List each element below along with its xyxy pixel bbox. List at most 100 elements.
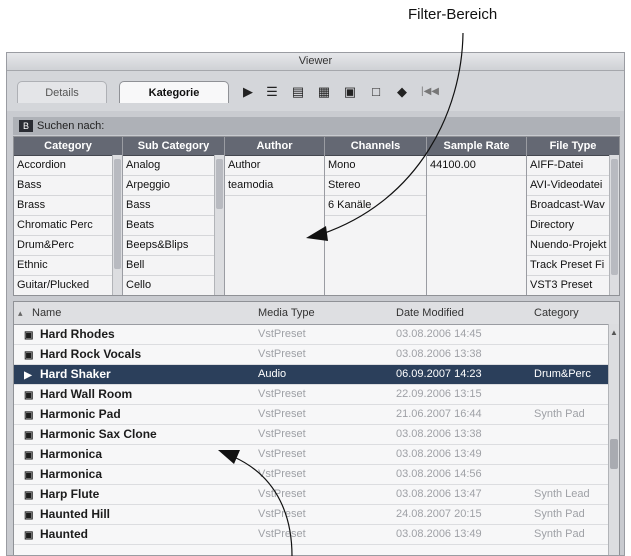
cube-icon[interactable]: ◆: [393, 84, 411, 100]
filter-item[interactable]: AIFF-Datei: [527, 156, 619, 176]
sort-icon[interactable]: ▴: [18, 302, 23, 324]
folder-icon[interactable]: ▣: [341, 84, 359, 100]
scroll-up-icon[interactable]: ▲: [610, 328, 618, 340]
table-row[interactable]: ▣ Harmonica VstPreset 03.08.2006 14:56: [14, 465, 608, 485]
filter-column-sample-rate: Sample Rate 44100.00: [427, 137, 527, 295]
filter-item[interactable]: Bass: [123, 196, 224, 216]
filter-item[interactable]: Mono: [325, 156, 426, 176]
table-row-selected[interactable]: ▶ Hard Shaker Audio 06.09.2007 14:23 Drum…: [14, 365, 608, 385]
filter-header[interactable]: Sample Rate: [427, 137, 526, 156]
row-date: 03.08.2006 13:38: [396, 348, 482, 360]
filter-item[interactable]: Brass: [14, 196, 122, 216]
play-icon[interactable]: ▶: [239, 84, 257, 100]
filter-item[interactable]: AVI-Videodatei: [527, 176, 619, 196]
filter-item[interactable]: Guitar/Plucked: [14, 276, 122, 295]
toolbar: Details Kategorie ▶ ☰ ▤ ▦ ▣ □ ◆ |◀◀: [7, 71, 624, 111]
table-row[interactable]: ▣ Harmonic Sax Clone VstPreset 03.08.2006…: [14, 425, 608, 445]
row-date: 22.09.2006 13:15: [396, 388, 482, 400]
filter-item[interactable]: 6 Kanäle: [325, 196, 426, 216]
row-media-type: VstPreset: [258, 388, 306, 400]
table-row[interactable]: ▣ Harp Flute VstPreset 03.08.2006 13:47 S…: [14, 485, 608, 505]
filter-column-file-type: File Type AIFF-Datei AVI-Videodatei Broa…: [527, 137, 619, 295]
filter-item[interactable]: Drum&Perc: [14, 236, 122, 256]
filter-scrollbar[interactable]: [112, 155, 122, 295]
filter-icon[interactable]: ☰: [263, 84, 281, 100]
filter-item[interactable]: Stereo: [325, 176, 426, 196]
row-date: 03.08.2006 13:38: [396, 428, 482, 440]
filter-item[interactable]: Beats: [123, 216, 224, 236]
filter-item[interactable]: Directory: [527, 216, 619, 236]
filter-item[interactable]: Nuendo-Projekt: [527, 236, 619, 256]
row-date: 24.08.2007 20:15: [396, 508, 482, 520]
filter-item[interactable]: Ethnic: [14, 256, 122, 276]
row-name: Hard Shaker: [40, 367, 111, 381]
column-header-name[interactable]: Name: [32, 302, 61, 324]
list-scrollbar[interactable]: ▲: [608, 324, 619, 555]
table-row[interactable]: ▣ Hard Rock Vocals VstPreset 03.08.2006 1…: [14, 345, 608, 365]
search-row[interactable]: B Suchen nach:: [13, 117, 620, 135]
row-category: Synth Lead: [534, 488, 590, 500]
scroll-thumb[interactable]: [610, 439, 618, 469]
row-date: 06.09.2007 14:23: [396, 368, 482, 380]
preset-icon: ▣: [24, 330, 34, 341]
filter-scrollbar[interactable]: [214, 155, 224, 295]
row-category: Synth Pad: [534, 528, 585, 540]
tab-details[interactable]: Details: [17, 81, 107, 103]
table-row[interactable]: ▣ Harmonic Pad VstPreset 21.06.2007 16:44…: [14, 405, 608, 425]
row-category: Synth Pad: [534, 408, 585, 420]
callout-filter-bereich: Filter-Bereich: [408, 6, 498, 23]
row-date: 03.08.2006 13:49: [396, 528, 482, 540]
filter-header[interactable]: Channels: [325, 137, 426, 156]
table-row[interactable]: ▣ Haunted Hill VstPreset 24.08.2007 20:15…: [14, 505, 608, 525]
preset-icon: ▣: [24, 470, 34, 481]
filter-header[interactable]: Sub Category: [123, 137, 224, 156]
filter-item[interactable]: Beeps&Blips: [123, 236, 224, 256]
filter-item[interactable]: Bass: [14, 176, 122, 196]
row-name: Haunted: [40, 527, 88, 541]
row-media-type: VstPreset: [258, 448, 306, 460]
table-row[interactable]: ▣ Harmonica VstPreset 03.08.2006 13:49: [14, 445, 608, 465]
filter-item[interactable]: VST3 Preset: [527, 276, 619, 295]
filter-header[interactable]: Category: [14, 137, 122, 156]
list-header: ▴ Name Media Type Date Modified Category: [14, 302, 619, 325]
preset-icon: ▣: [24, 430, 34, 441]
row-media-type: VstPreset: [258, 488, 306, 500]
table-row[interactable]: ▣ Haunted VstPreset 03.08.2006 13:49 Synt…: [14, 525, 608, 545]
filter-scrollbar[interactable]: [609, 155, 619, 295]
row-media-type: Audio: [258, 368, 287, 380]
preset-icon: ▣: [24, 350, 34, 361]
filter-item[interactable]: Bell: [123, 256, 224, 276]
filter-header[interactable]: Author: [225, 137, 324, 156]
frame-icon[interactable]: □: [367, 84, 385, 100]
results-list: ▴ Name Media Type Date Modified Category…: [13, 301, 620, 555]
filter-item[interactable]: 44100.00: [427, 156, 526, 176]
filter-item[interactable]: Track Preset Fi: [527, 256, 619, 276]
grid-icon[interactable]: ▦: [315, 84, 333, 100]
column-header-media-type[interactable]: Media Type: [258, 302, 315, 324]
filter-item[interactable]: teamodia: [225, 176, 324, 196]
filter-item[interactable]: Arpeggio: [123, 176, 224, 196]
window-title: Viewer: [7, 53, 624, 71]
filter-item[interactable]: Author: [225, 156, 324, 176]
row-name: Hard Rhodes: [40, 327, 115, 341]
filter-item[interactable]: Analog: [123, 156, 224, 176]
filter-header[interactable]: File Type: [527, 137, 619, 156]
list-icon[interactable]: ▤: [289, 84, 307, 100]
skip-back-icon[interactable]: |◀◀: [421, 84, 439, 100]
table-row[interactable]: ▣ Hard Rhodes VstPreset 03.08.2006 14:45: [14, 325, 608, 345]
row-date: 21.06.2007 16:44: [396, 408, 482, 420]
column-header-category[interactable]: Category: [534, 302, 579, 324]
row-date: 03.08.2006 13:47: [396, 488, 482, 500]
preset-icon: ▣: [24, 490, 34, 501]
filter-item[interactable]: Accordion: [14, 156, 122, 176]
filter-item[interactable]: Broadcast-Wav: [527, 196, 619, 216]
tab-kategorie[interactable]: Kategorie: [119, 81, 229, 103]
table-row[interactable]: ▣ Hard Wall Room VstPreset 22.09.2006 13:…: [14, 385, 608, 405]
column-header-date-modified[interactable]: Date Modified: [396, 302, 464, 324]
filter-item[interactable]: Cello: [123, 276, 224, 295]
search-toggle-icon[interactable]: B: [19, 120, 33, 132]
row-media-type: VstPreset: [258, 408, 306, 420]
row-media-type: VstPreset: [258, 348, 306, 360]
filter-item[interactable]: Chromatic Perc: [14, 216, 122, 236]
row-date: 03.08.2006 14:45: [396, 328, 482, 340]
